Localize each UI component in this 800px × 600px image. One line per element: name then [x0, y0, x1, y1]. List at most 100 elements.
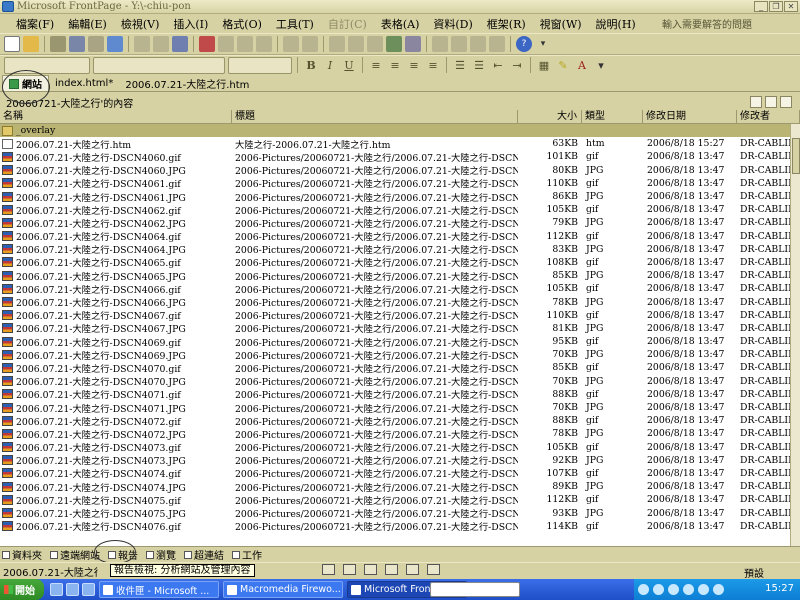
- file-row[interactable]: 2006.07.21-大陸之行-DSCN4062.gif 2006-Picture…: [0, 203, 790, 216]
- align-left-icon[interactable]: ≡: [368, 57, 384, 73]
- save-icon[interactable]: [50, 36, 66, 52]
- insert-table-icon[interactable]: [367, 36, 383, 52]
- ime-bar[interactable]: [430, 582, 520, 597]
- menu-view[interactable]: 檢視(V): [117, 15, 164, 33]
- menu-table[interactable]: 表格(A): [377, 15, 424, 33]
- file-row[interactable]: 2006.07.21-大陸之行-DSCN4076.gif 2006-Picture…: [0, 520, 790, 533]
- file-row[interactable]: 2006.07.21-大陸之行-DSCN4071.gif 2006-Picture…: [0, 388, 790, 401]
- column-size[interactable]: 大小: [518, 110, 582, 124]
- task-fireworks[interactable]: Macromedia Firewo...: [223, 581, 343, 598]
- menu-file[interactable]: 檔案(F): [12, 15, 58, 33]
- print-icon[interactable]: [134, 36, 150, 52]
- menu-format[interactable]: 格式(O): [218, 15, 266, 33]
- open-folder-icon[interactable]: [23, 36, 39, 52]
- ie-icon[interactable]: [50, 583, 63, 596]
- restore-icon[interactable]: ❐: [769, 1, 783, 12]
- stop-icon[interactable]: [470, 36, 486, 52]
- column-type[interactable]: 類型: [582, 110, 643, 124]
- menu-edit[interactable]: 編輯(E): [64, 15, 111, 33]
- ask-question-input[interactable]: 輸入需要解答的問題: [662, 16, 788, 31]
- file-row[interactable]: 2006.07.21-大陸之行-DSCN4065.gif 2006-Picture…: [0, 256, 790, 269]
- view-reports-button[interactable]: 報告: [108, 547, 138, 562]
- column-name[interactable]: 名稱: [0, 110, 232, 124]
- file-row[interactable]: 2006.07.21-大陸之行-DSCN4071.JPG 2006-Picture…: [0, 401, 790, 414]
- new-page-icon[interactable]: [4, 36, 20, 52]
- pen-icon[interactable]: [343, 564, 356, 575]
- file-row[interactable]: 2006.07.21-大陸之行-DSCN4060.JPG 2006-Picture…: [0, 164, 790, 177]
- folder-row[interactable]: _overlay: [0, 124, 790, 138]
- tab-index-html[interactable]: index.html*: [49, 75, 119, 91]
- file-row[interactable]: 2006.07.21-大陸之行-DSCN4065.JPG 2006-Picture…: [0, 269, 790, 282]
- show-desktop-icon[interactable]: [66, 583, 79, 596]
- paste-icon[interactable]: [237, 36, 253, 52]
- view-remote-site-button[interactable]: 遠端網站: [50, 547, 100, 562]
- file-row[interactable]: 2006.07.21-大陸之行.htm 大陸之行-2006.07.21-大陸之行.…: [0, 137, 790, 150]
- highlight-icon[interactable]: ✎: [555, 57, 571, 73]
- menu-tools[interactable]: 工具(T): [272, 15, 318, 33]
- frontpage-app-icon[interactable]: [2, 1, 14, 12]
- file-row[interactable]: 2006.07.21-大陸之行-DSCN4062.JPG 2006-Picture…: [0, 216, 790, 230]
- toolbar-options-icon[interactable]: ▾: [593, 57, 609, 73]
- tab-website[interactable]: 網站: [2, 75, 49, 91]
- menu-window[interactable]: 視窗(W): [536, 15, 586, 33]
- font-color-icon[interactable]: A: [574, 57, 590, 73]
- search-icon[interactable]: [69, 36, 85, 52]
- file-row[interactable]: 2006.07.21-大陸之行-DSCN4070.gif 2006-Picture…: [0, 361, 790, 375]
- document-icon[interactable]: [385, 564, 398, 575]
- align-right-icon[interactable]: ≡: [406, 57, 422, 73]
- hyperlink-icon[interactable]: [432, 36, 448, 52]
- menu-customize[interactable]: 自訂(C): [324, 15, 371, 33]
- volume-icon[interactable]: [668, 584, 679, 595]
- menu-help[interactable]: 說明(H): [592, 15, 640, 33]
- column-title[interactable]: 標題: [232, 110, 518, 124]
- view-tasks-button[interactable]: 工作: [232, 547, 262, 562]
- redo-icon[interactable]: [302, 36, 318, 52]
- underline-icon[interactable]: U: [341, 57, 357, 73]
- view-hyperlinks-button[interactable]: 超連結: [184, 547, 224, 562]
- file-row[interactable]: 2006.07.21-大陸之行-DSCN4067.JPG 2006-Picture…: [0, 322, 790, 335]
- file-row[interactable]: 2006.07.21-大陸之行-DSCN4061.gif 2006-Picture…: [0, 177, 790, 190]
- file-row[interactable]: 2006.07.21-大陸之行-DSCN4075.gif 2006-Picture…: [0, 493, 790, 506]
- toolbar-options-icon[interactable]: ▾: [535, 36, 551, 52]
- file-row[interactable]: 2006.07.21-大陸之行-DSCN4073.gif 2006-Picture…: [0, 441, 790, 454]
- style-dropdown[interactable]: [4, 56, 90, 74]
- up-folder-icon[interactable]: [780, 96, 792, 108]
- file-row[interactable]: 2006.07.21-大陸之行-DSCN4061.JPG 2006-Picture…: [0, 190, 790, 203]
- scroll-thumb[interactable]: [792, 138, 800, 174]
- view-navigation-button[interactable]: 瀏覽: [146, 547, 176, 562]
- spelling-icon[interactable]: [172, 36, 188, 52]
- minimize-icon[interactable]: _: [754, 1, 768, 12]
- file-row[interactable]: 2006.07.21-大陸之行-DSCN4064.gif 2006-Picture…: [0, 230, 790, 243]
- start-button[interactable]: 開始: [0, 579, 44, 600]
- close-icon[interactable]: ✕: [784, 1, 798, 12]
- options-icon[interactable]: [406, 564, 419, 575]
- decrease-indent-icon[interactable]: ⇤: [490, 57, 506, 73]
- view-folders-button[interactable]: 資料夾: [2, 547, 42, 562]
- numbering-icon[interactable]: ☰: [452, 57, 468, 73]
- toggle-pane-icon[interactable]: [107, 36, 123, 52]
- column-modified-by[interactable]: 修改者: [737, 110, 800, 124]
- tab-trip-page[interactable]: 2006.07.21-大陸之行.htm: [119, 75, 255, 91]
- font-dropdown[interactable]: [93, 56, 225, 74]
- update-icon[interactable]: [698, 584, 709, 595]
- refresh-icon[interactable]: [451, 36, 467, 52]
- file-row[interactable]: 2006.07.21-大陸之行-DSCN4066.JPG 2006-Picture…: [0, 295, 790, 309]
- column-modified-date[interactable]: 修改日期: [643, 110, 737, 124]
- file-row[interactable]: 2006.07.21-大陸之行-DSCN4074.gif 2006-Picture…: [0, 467, 790, 480]
- file-row[interactable]: 2006.07.21-大陸之行-DSCN4060.gif 2006-Picture…: [0, 150, 790, 164]
- antivirus-icon[interactable]: [653, 584, 664, 595]
- new-folder-icon[interactable]: [765, 96, 777, 108]
- cut-icon[interactable]: [199, 36, 215, 52]
- borders-icon[interactable]: ▦: [536, 57, 552, 73]
- new-page-icon[interactable]: [750, 96, 762, 108]
- file-row[interactable]: 2006.07.21-大陸之行-DSCN4069.JPG 2006-Picture…: [0, 348, 790, 361]
- messenger-icon[interactable]: [683, 584, 694, 595]
- align-center-icon[interactable]: ≡: [387, 57, 403, 73]
- font-size-dropdown[interactable]: [228, 56, 292, 74]
- web-component-icon[interactable]: [348, 36, 364, 52]
- format-painter-icon[interactable]: [256, 36, 272, 52]
- media-player-icon[interactable]: [82, 583, 95, 596]
- menu-insert[interactable]: 插入(I): [169, 15, 212, 33]
- italic-icon[interactable]: I: [322, 57, 338, 73]
- drawing-icon[interactable]: [405, 36, 421, 52]
